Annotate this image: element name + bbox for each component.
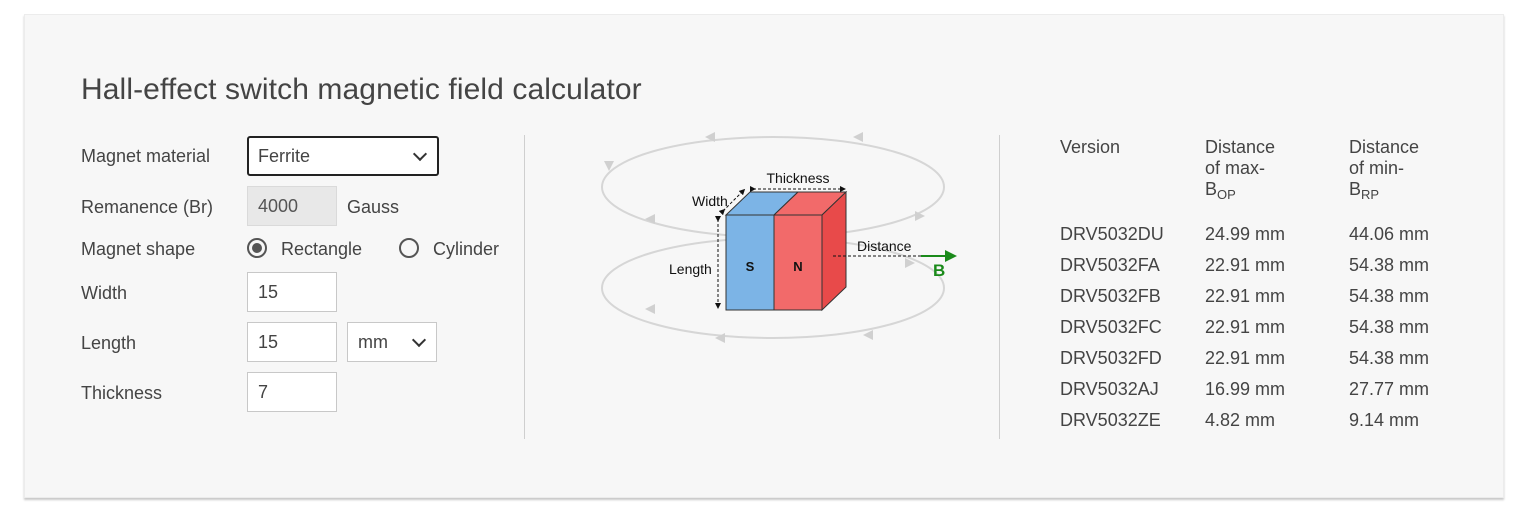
table-cell-brp: 54.38 mm: [1349, 348, 1430, 368]
table-cell-version: DRV5032FB: [1060, 286, 1161, 306]
thickness-input[interactable]: 7: [247, 372, 337, 412]
header-brp-text: Distance of min-: [1349, 137, 1420, 178]
table-cell-version: DRV5032FA: [1060, 255, 1160, 275]
header-bop-text: Distance of max-: [1205, 137, 1276, 178]
calculator-card: Hall-effect switch magnetic field calcul…: [24, 14, 1504, 498]
shape-option-rectangle[interactable]: Rectangle: [281, 239, 362, 260]
remanence-field: 4000: [247, 186, 337, 226]
table-cell-bop: 22.91 mm: [1205, 317, 1286, 337]
table-cell-brp: 9.14 mm: [1349, 410, 1420, 430]
table-cell-bop: 22.91 mm: [1205, 286, 1286, 306]
unit-select[interactable]: mm: [347, 322, 437, 362]
shape-radio-rectangle[interactable]: [247, 238, 267, 258]
field-b-label: B: [933, 261, 945, 280]
shape-radio-cylinder[interactable]: [399, 238, 419, 258]
header-version: Version: [1060, 137, 1121, 157]
table-cell-bop: 22.91 mm: [1205, 348, 1286, 368]
magnet-diagram: S N Thickness Width Length Distance B: [601, 132, 957, 343]
unit-value: mm: [358, 331, 388, 352]
thickness-value: 7: [258, 381, 269, 402]
table-cell-version: DRV5032FC: [1060, 317, 1162, 337]
header-bop: Distance of max- BOP: [1205, 137, 1285, 205]
magnet-shape-label: Magnet shape: [81, 239, 196, 259]
table-cell-brp: 54.38 mm: [1349, 255, 1430, 275]
magnet-material-select[interactable]: Ferrite: [247, 136, 439, 176]
remanence-unit: Gauss: [347, 197, 400, 217]
diagram-length-label: Length: [669, 261, 712, 277]
table-cell-version: DRV5032FD: [1060, 348, 1162, 368]
length-value: 15: [258, 331, 279, 352]
header-bop-sub: OP: [1217, 187, 1236, 202]
divider-right: [999, 135, 1000, 439]
magnet-block: [724, 190, 848, 312]
table-cell-bop: 16.99 mm: [1205, 379, 1286, 399]
south-pole-label: S: [746, 259, 755, 274]
table-cell-bop: 24.99 mm: [1205, 224, 1286, 244]
diagram-thickness-label: Thickness: [766, 170, 829, 186]
width-input[interactable]: 15: [247, 272, 337, 312]
chevron-down-icon: [412, 146, 428, 162]
table-cell-brp: 54.38 mm: [1349, 317, 1430, 337]
thickness-label: Thickness: [81, 383, 163, 403]
table-cell-version: DRV5032ZE: [1060, 410, 1161, 430]
shape-option-cylinder[interactable]: Cylinder: [433, 239, 499, 260]
header-brp-symbol: B: [1349, 179, 1362, 199]
header-bop-symbol: B: [1205, 179, 1218, 199]
diagram-distance-label: Distance: [857, 238, 912, 254]
table-cell-brp: 44.06 mm: [1349, 224, 1430, 244]
remanence-value: 4000: [258, 195, 299, 216]
divider-left: [524, 135, 525, 439]
length-label: Length: [81, 333, 137, 353]
length-input[interactable]: 15: [247, 322, 337, 362]
magnet-material-value: Ferrite: [258, 145, 311, 166]
table-cell-bop: 22.91 mm: [1205, 255, 1286, 275]
header-brp: Distance of min- BRP: [1349, 137, 1429, 205]
table-cell-version: DRV5032DU: [1060, 224, 1164, 244]
table-cell-version: DRV5032AJ: [1060, 379, 1159, 399]
width-label: Width: [81, 283, 128, 303]
header-brp-sub: RP: [1361, 187, 1380, 202]
chevron-down-icon: [411, 332, 427, 348]
north-pole-label: N: [793, 259, 802, 274]
table-cell-brp: 54.38 mm: [1349, 286, 1430, 306]
table-cell-bop: 4.82 mm: [1205, 410, 1276, 430]
remanence-label: Remanence (Br): [81, 197, 214, 217]
magnet-material-label: Magnet material: [81, 146, 211, 166]
width-value: 15: [258, 281, 279, 302]
page-title: Hall-effect switch magnetic field calcul…: [81, 73, 642, 106]
table-cell-brp: 27.77 mm: [1349, 379, 1430, 399]
diagram-width-label: Width: [692, 193, 728, 209]
